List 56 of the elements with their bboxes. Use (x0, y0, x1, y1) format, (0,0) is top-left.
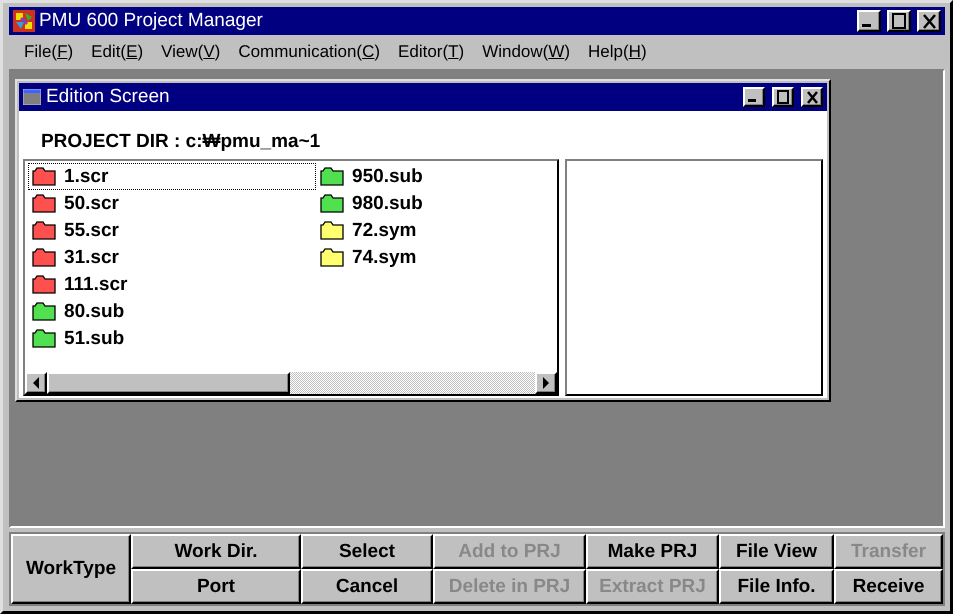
menu-item[interactable]: File(F) (15, 42, 82, 62)
folder-icon (32, 221, 56, 240)
menu-item[interactable]: Window(W) (473, 42, 580, 62)
maximize-button[interactable] (772, 87, 794, 107)
folder-icon (32, 329, 56, 348)
file-item[interactable]: 980.sub (316, 190, 557, 217)
file-item[interactable]: 50.scr (28, 190, 316, 217)
left-arrow-icon (32, 377, 40, 389)
file-item[interactable]: 950.sub (316, 163, 557, 190)
file-item[interactable]: 55.scr (28, 217, 316, 244)
window-title: PMU 600 Project Manager (39, 10, 264, 32)
file-item[interactable]: 1.scr (28, 163, 316, 190)
menu-item[interactable]: Editor(T) (389, 42, 474, 62)
minimize-button[interactable] (857, 10, 881, 32)
menu-item[interactable]: View(V) (152, 42, 230, 62)
file-item[interactable]: 72.sym (316, 217, 557, 244)
menu-item[interactable]: Help(H) (579, 42, 656, 62)
toolbar-button[interactable]: File View (719, 534, 834, 569)
file-item[interactable]: 51.sub (28, 325, 316, 352)
file-item[interactable]: 111.scr (28, 271, 316, 298)
minimize-button[interactable] (743, 87, 765, 107)
close-button[interactable] (917, 10, 941, 32)
folder-icon (320, 194, 344, 213)
app-logo-icon (13, 10, 35, 32)
toolbar-button[interactable]: Select (301, 534, 433, 569)
folder-icon (32, 194, 56, 213)
toolbar-button[interactable]: Cancel (301, 569, 433, 604)
menu-item[interactable]: Communication(C) (229, 42, 390, 62)
maximize-icon (889, 11, 909, 31)
maximize-icon (774, 88, 792, 106)
folder-icon (32, 275, 56, 294)
toolbar-button[interactable]: Receive (834, 569, 943, 604)
scrollbar[interactable] (25, 372, 557, 394)
folder-icon (32, 167, 56, 186)
toolbar-button[interactable]: File Info. (719, 569, 834, 604)
right-arrow-icon (542, 377, 550, 389)
folder-icon (32, 302, 56, 321)
minimize-icon (748, 99, 756, 102)
minimize-icon (862, 24, 871, 27)
folder-icon (320, 221, 344, 240)
folder-icon (320, 248, 344, 267)
menu-item[interactable]: Edit(E) (82, 42, 152, 62)
maximize-button[interactable] (887, 10, 911, 32)
toolbar-button[interactable]: Work Dir. (131, 534, 301, 569)
work-type-button[interactable]: WorkType (11, 534, 131, 604)
folder-icon (32, 248, 56, 267)
file-item[interactable]: 80.sub (28, 298, 316, 325)
file-item[interactable]: 74.sym (316, 244, 557, 271)
close-button[interactable] (801, 87, 823, 107)
toolbar-button[interactable]: Port (131, 569, 301, 604)
window-icon (23, 89, 41, 105)
file-item[interactable]: 31.scr (28, 244, 316, 271)
toolbar-button[interactable]: Make PRJ (586, 534, 719, 569)
folder-icon (320, 167, 344, 186)
window-title: Edition Screen (46, 86, 171, 108)
project-dir-label: PROJECT DIR : c:₩pmu_ma~1 (40, 130, 322, 154)
